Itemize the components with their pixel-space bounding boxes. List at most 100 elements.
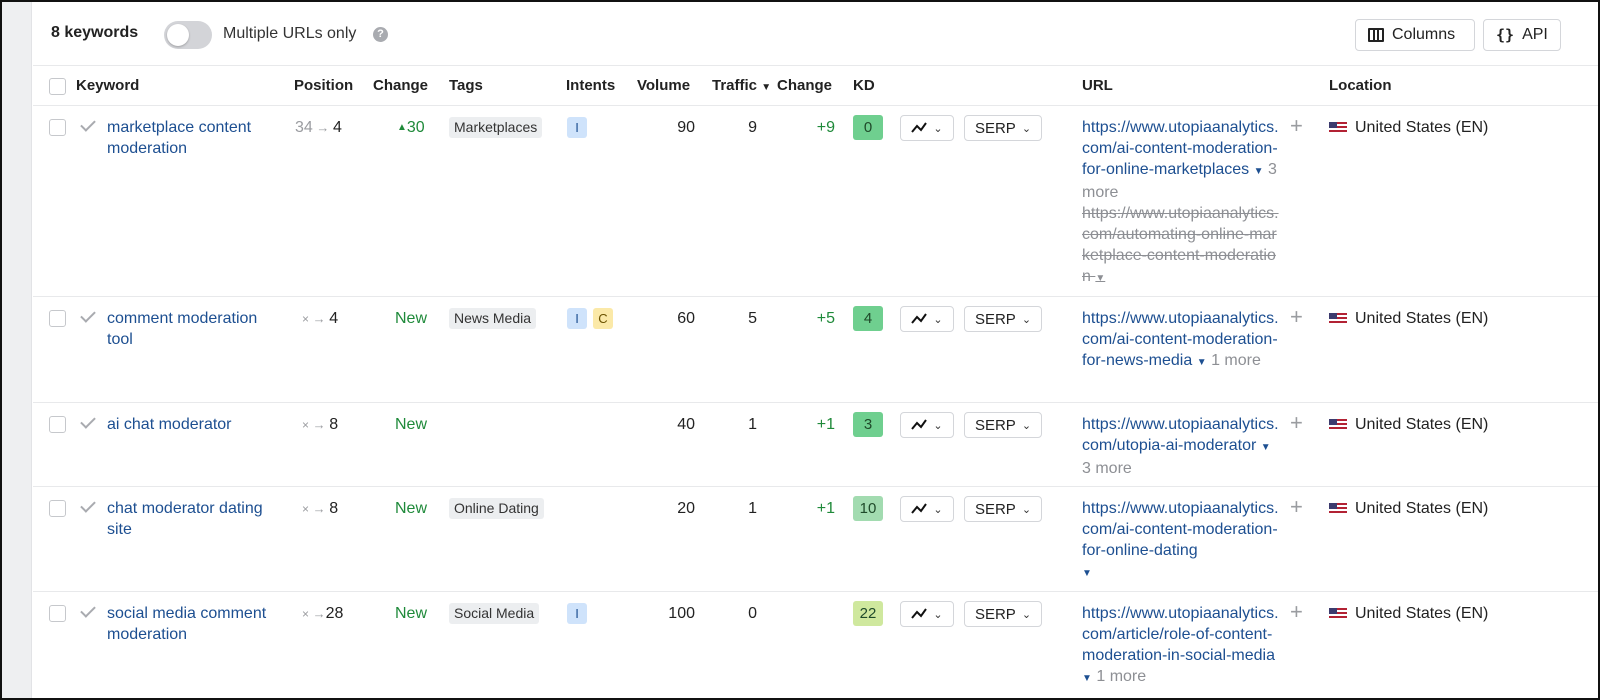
help-icon[interactable]: ? [373, 27, 388, 42]
intent-badge: I [567, 308, 587, 329]
col-position[interactable]: Position [294, 77, 353, 94]
keyword-link[interactable]: chat moderator dating site [107, 498, 287, 540]
columns-button-label: Columns [1392, 26, 1456, 43]
add-icon[interactable]: + [1290, 304, 1303, 330]
trend-button[interactable]: ⌄ [900, 115, 954, 141]
volume-cell: 40 [677, 416, 695, 433]
row-checkbox[interactable] [49, 500, 66, 517]
arrow-right-icon: → [309, 606, 326, 621]
col-traffic[interactable]: Traffic ▼ [712, 77, 771, 94]
more-urls[interactable]: 3 more [1082, 460, 1132, 477]
traffic-cell: 1 [748, 416, 757, 433]
chevron-down-icon: ⌄ [933, 313, 943, 326]
position-cell: 34 → 4 [295, 117, 342, 138]
keyword-link[interactable]: social media comment moderation [107, 603, 287, 645]
volume-cell: 60 [677, 310, 695, 327]
position-change: New [395, 500, 428, 517]
chevron-down-icon: ⌄ [1021, 608, 1032, 621]
url-link[interactable]: https://www.utopiaanalytics.com/ai-conte… [1082, 119, 1279, 178]
keyword-link[interactable]: marketplace content moderation [107, 117, 287, 159]
col-location[interactable]: Location [1329, 77, 1392, 94]
row-checkbox[interactable] [49, 416, 66, 433]
col-tags[interactable]: Tags [449, 77, 483, 94]
trend-button[interactable]: ⌄ [900, 601, 954, 627]
url-link[interactable]: https://www.utopiaanalytics.com/article/… [1082, 605, 1279, 664]
col-url[interactable]: URL [1082, 77, 1113, 94]
add-icon[interactable]: + [1290, 494, 1303, 520]
chevron-down-icon: ⌄ [933, 608, 943, 621]
col-intents[interactable]: Intents [566, 77, 615, 94]
select-all-checkbox[interactable] [49, 78, 66, 95]
dropdown-triangle-icon[interactable]: ▼ [1082, 673, 1092, 684]
keyword-link[interactable]: comment moderation tool [107, 308, 287, 350]
position-cell: × → 8 [302, 414, 338, 436]
arrow-right-icon: → [312, 120, 334, 135]
prev-position: × [302, 418, 310, 432]
col-traffic-change[interactable]: Change [777, 77, 832, 94]
volume-cell: 90 [677, 119, 695, 136]
location-cell: United States (EN) [1329, 308, 1488, 329]
col-volume[interactable]: Volume [637, 77, 690, 94]
us-flag-icon [1329, 312, 1347, 325]
traffic-change-cell: +9 [816, 119, 835, 136]
prev-position: × [302, 502, 310, 516]
traffic-change-cell: +1 [816, 500, 835, 517]
url-link[interactable]: https://www.utopiaanalytics.com/ai-conte… [1082, 500, 1279, 559]
more-urls[interactable]: 1 more [1211, 352, 1261, 369]
position-change-value: 30 [406, 119, 425, 136]
us-flag-icon [1329, 502, 1347, 515]
trend-line-icon [911, 122, 928, 133]
serp-button[interactable]: SERP ⌄ [964, 601, 1042, 627]
check-icon [80, 497, 96, 513]
col-kd[interactable]: KD [853, 77, 875, 94]
url-link[interactable]: https://www.utopiaanalytics.com/utopia-a… [1082, 416, 1279, 454]
tag-badge[interactable]: Online Dating [449, 498, 544, 519]
trend-button[interactable]: ⌄ [900, 496, 954, 522]
chevron-down-icon: ⌄ [933, 122, 943, 135]
col-keyword[interactable]: Keyword [76, 77, 139, 94]
table-row: social media comment moderation × →28 Ne… [33, 592, 1598, 698]
col-change[interactable]: Change [373, 77, 428, 94]
current-position: 28 [325, 605, 344, 622]
dropdown-triangle-icon[interactable]: ▼ [1261, 442, 1271, 453]
row-checkbox[interactable] [49, 605, 66, 622]
dropdown-triangle-icon[interactable]: ▼ [1082, 568, 1092, 579]
tag-badge[interactable]: Social Media [449, 603, 540, 624]
position-cell: × →28 [302, 603, 343, 625]
url-cell: https://www.utopiaanalytics.com/article/… [1082, 603, 1282, 689]
check-icon [80, 602, 96, 618]
add-icon[interactable]: + [1290, 113, 1303, 139]
tag-badge[interactable]: News Media [449, 308, 537, 329]
tag-badge[interactable]: Marketplaces [449, 117, 543, 138]
row-checkbox[interactable] [49, 119, 66, 136]
serp-button[interactable]: SERP ⌄ [964, 115, 1042, 141]
traffic-cell: 0 [748, 605, 757, 622]
sort-desc-icon: ▼ [761, 82, 772, 93]
api-button[interactable]: {} API [1483, 19, 1561, 51]
multiple-urls-toggle[interactable] [164, 21, 212, 49]
arrow-right-icon: → [309, 311, 330, 326]
multiple-urls-label: Multiple URLs only [223, 25, 357, 42]
location-cell: United States (EN) [1329, 603, 1488, 624]
trend-button[interactable]: ⌄ [900, 306, 954, 332]
arrow-right-icon: → [309, 417, 330, 432]
row-checkbox[interactable] [49, 310, 66, 327]
check-icon [80, 307, 96, 323]
dropdown-triangle-icon[interactable]: ▼ [1254, 166, 1264, 177]
more-urls[interactable]: 1 more [1096, 668, 1146, 685]
add-icon[interactable]: + [1290, 410, 1303, 436]
serp-button[interactable]: SERP ⌄ [964, 412, 1042, 438]
add-icon[interactable]: + [1290, 599, 1303, 625]
dropdown-triangle-icon[interactable]: ▼ [1197, 357, 1207, 368]
serp-button[interactable]: SERP ⌄ [964, 496, 1042, 522]
dropdown-triangle-icon[interactable]: ▼ [1095, 273, 1105, 284]
prev-position: 34 [295, 119, 313, 136]
left-sidebar-strip [2, 2, 32, 698]
columns-button[interactable]: Columns [1355, 19, 1475, 51]
intent-badge: C [593, 308, 613, 329]
trend-button[interactable]: ⌄ [900, 412, 954, 438]
serp-button[interactable]: SERP ⌄ [964, 306, 1042, 332]
position-change: New [395, 310, 428, 327]
keyword-link[interactable]: ai chat moderator [107, 414, 287, 435]
position-change: New [395, 416, 428, 433]
